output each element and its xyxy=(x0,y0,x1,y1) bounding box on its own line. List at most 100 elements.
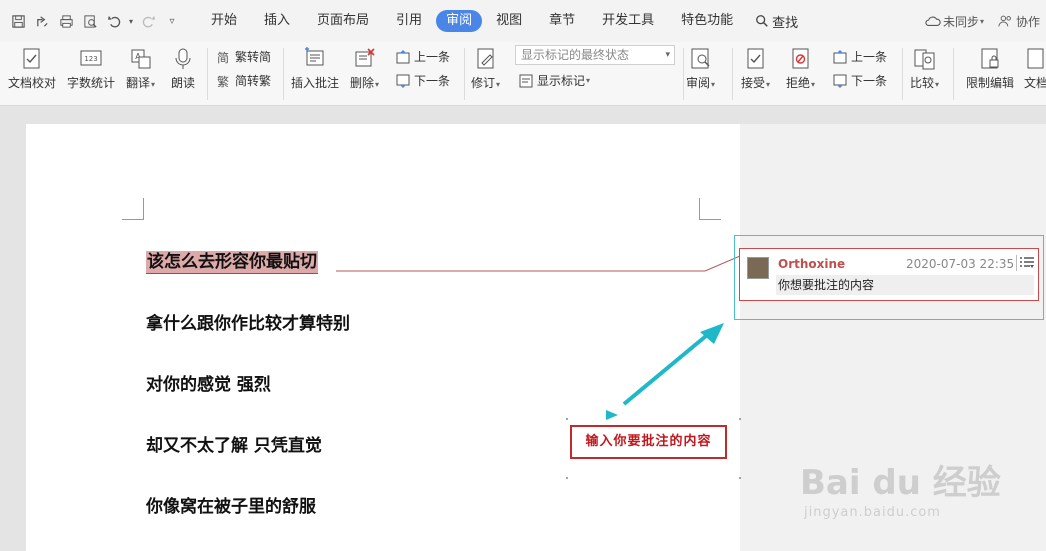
watermark: Bai du 经验 jingyan.baidu.com xyxy=(800,455,1036,545)
reject-button[interactable]: 拒绝▾ xyxy=(786,42,815,91)
read-aloud-label: 朗读 xyxy=(171,76,196,90)
collab-label: 协作 xyxy=(1015,14,1040,29)
tab-references[interactable]: 引用 xyxy=(383,10,435,32)
delete-comment-icon xyxy=(355,48,375,67)
document-permission-button[interactable]: 文档 xyxy=(1024,42,1046,91)
previous-change-label: 上一条 xyxy=(851,50,888,64)
word-count-label: 字数统计 xyxy=(67,76,116,90)
ribbon-tabs: 开始 插入 页面布局 引用 审阅 视图 章节 开发工具 特色功能 xyxy=(198,10,747,32)
tab-developer[interactable]: 开发工具 xyxy=(589,10,667,32)
translate-button[interactable]: A 翻译▾ xyxy=(126,42,155,91)
sync-button[interactable]: 未同步 ▾ xyxy=(925,13,984,30)
reject-icon xyxy=(792,48,809,69)
compare-icon xyxy=(914,49,935,70)
previous-comment-button[interactable]: 上一条 xyxy=(395,48,450,65)
tab-section[interactable]: 章节 xyxy=(536,10,588,32)
ribbon-separator xyxy=(902,48,903,100)
collaborators-icon xyxy=(998,15,1011,27)
previous-change-button[interactable]: 上一条 xyxy=(832,48,887,65)
document-page[interactable]: 该怎么去形容你最贴切 拿什么跟你作比较才算特别 对你的感觉 强烈 却又不太了解 … xyxy=(26,124,740,551)
tab-view[interactable]: 视图 xyxy=(483,10,535,32)
collab-button[interactable]: 协作 xyxy=(998,13,1040,30)
word-count-button[interactable]: 123 字数统计 xyxy=(67,42,115,91)
ribbon-separator xyxy=(732,48,733,100)
review-pane-button[interactable]: 审阅▾ xyxy=(686,42,715,91)
comment-balloon[interactable]: Orthoxine 2020-07-03 22:35 你想要批注的内容 xyxy=(739,248,1039,301)
sync-label: 未同步 xyxy=(942,14,979,29)
ribbon-separator xyxy=(207,48,208,100)
svg-text:123: 123 xyxy=(84,55,97,63)
review-pane-label: 审阅▾ xyxy=(686,76,716,90)
reject-label: 拒绝▾ xyxy=(786,76,816,90)
undo-dropdown-icon[interactable]: ▾ xyxy=(126,9,136,33)
ribbon-separator xyxy=(683,48,684,100)
track-changes-label: 修订▾ xyxy=(471,76,501,90)
tab-review[interactable]: 审阅 xyxy=(436,10,483,32)
read-aloud-button[interactable]: 朗读 xyxy=(171,42,195,91)
word-count-icon: 123 xyxy=(80,50,102,66)
lyric-line[interactable]: 对你的感觉 强烈 xyxy=(146,370,271,395)
comment-timestamp: 2020-07-03 22:35 xyxy=(906,257,1015,271)
convert-icon: 繁 xyxy=(217,74,229,89)
export-icon[interactable] xyxy=(30,9,54,33)
tab-page-layout[interactable]: 页面布局 xyxy=(304,10,382,32)
trad-to-simp-button[interactable]: 简 繁转简 xyxy=(216,48,271,65)
compare-button[interactable]: 比较▾ xyxy=(910,42,939,91)
sync-dropdown-icon: ▾ xyxy=(979,16,984,26)
tab-home[interactable]: 开始 xyxy=(198,10,250,32)
accept-label: 接受▾ xyxy=(741,76,771,90)
comment-text[interactable]: 你想要批注的内容 xyxy=(776,275,1034,295)
compare-label: 比较▾ xyxy=(910,76,940,90)
lyric-line[interactable]: 却又不太了解 只凭直觉 xyxy=(146,431,322,456)
print-preview-icon[interactable] xyxy=(78,9,102,33)
trad-to-simp-label: 繁转简 xyxy=(235,50,272,64)
simp-to-trad-button[interactable]: 繁 简转繁 xyxy=(216,72,271,89)
accept-button[interactable]: 接受▾ xyxy=(741,42,770,91)
commented-text[interactable]: 该怎么去形容你最贴切 xyxy=(146,251,318,274)
previous-comment-label: 上一条 xyxy=(414,50,451,64)
search-label: 查找 xyxy=(772,15,799,31)
tab-insert[interactable]: 插入 xyxy=(251,10,303,32)
delete-comment-label: 删除▾ xyxy=(350,76,380,90)
next-change-label: 下一条 xyxy=(851,74,888,88)
lyric-line[interactable]: 该怎么去形容你最贴切 xyxy=(146,247,318,274)
comment-menu-icon[interactable] xyxy=(1016,255,1034,271)
print-icon[interactable] xyxy=(54,9,78,33)
redo-icon[interactable] xyxy=(136,9,160,33)
review-pane-icon xyxy=(691,48,710,69)
previous-icon xyxy=(396,49,410,63)
track-changes-button[interactable]: 修订▾ xyxy=(471,42,500,91)
search-button[interactable]: 查找 xyxy=(755,12,798,31)
previous-icon xyxy=(833,49,847,63)
lyric-line[interactable]: 拿什么跟你作比较才算特别 xyxy=(146,309,350,334)
tab-special-features[interactable]: 特色功能 xyxy=(668,10,746,32)
svg-text:繁: 繁 xyxy=(217,74,229,89)
next-comment-button[interactable]: 下一条 xyxy=(395,72,450,89)
proofread-label: 文档校对 xyxy=(8,76,57,90)
next-comment-label: 下一条 xyxy=(414,74,451,88)
translate-label: 翻译▾ xyxy=(126,76,156,90)
delete-comment-button[interactable]: 删除▾ xyxy=(350,42,379,91)
restrict-editing-label: 限制编辑 xyxy=(966,76,1015,90)
insert-comment-icon xyxy=(305,47,324,66)
undo-icon[interactable] xyxy=(102,9,126,33)
lyric-line[interactable]: 你像窝在被子里的舒服 xyxy=(146,492,316,517)
lock-document-icon xyxy=(981,48,999,69)
convert-icon: 简 xyxy=(217,51,229,65)
proofread-button[interactable]: 文档校对 xyxy=(8,42,56,91)
next-change-button[interactable]: 下一条 xyxy=(832,72,887,89)
show-markup-button[interactable]: 显示标记 ▾ xyxy=(518,72,590,89)
display-state-dropdown[interactable]: 显示标记的最终状态 ▾ xyxy=(515,45,675,65)
translate-icon: A xyxy=(131,49,151,69)
insert-comment-button[interactable]: 插入批注 xyxy=(291,42,339,91)
document-permission-label: 文档 xyxy=(1024,76,1046,90)
save-icon[interactable] xyxy=(6,9,30,33)
show-markup-icon xyxy=(519,74,533,87)
restrict-editing-button[interactable]: 限制编辑 xyxy=(966,42,1014,91)
ribbon-separator xyxy=(953,48,954,100)
customize-chevron-icon[interactable]: ▿ xyxy=(160,9,184,33)
review-ribbon: 文档校对 123 字数统计 A 翻译▾ 朗读 简 繁转简 繁 简转繁 插入批注 … xyxy=(0,42,1046,106)
ribbon-separator xyxy=(283,48,284,100)
document-icon xyxy=(1027,48,1044,69)
show-markup-label: 显示标记 xyxy=(537,74,586,88)
